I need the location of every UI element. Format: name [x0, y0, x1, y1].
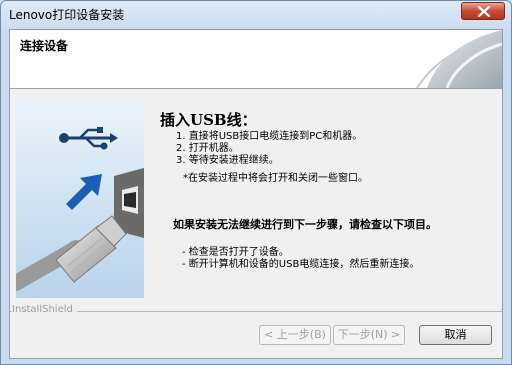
close-button[interactable] [461, 2, 505, 20]
cancel-button[interactable]: 取消 [419, 325, 492, 345]
header-banner: 连接设备 [10, 30, 502, 89]
check-item-1: - 检查是否打开了设备。 [182, 247, 289, 258]
title-bar[interactable]: Lenovo打印设备安装 [1, 1, 511, 25]
check-item-2: - 断开计算机和设备的USB电缆连接，然后重新连接。 [182, 259, 420, 270]
installer-window: Lenovo打印设备安装 连接设备 插入USB线： 1. 直接将USB接口电缆连… [0, 0, 512, 365]
warning-text: 如果安装无法继续进行到下一步骤，请检查以下项目。 [173, 218, 437, 231]
window-title: Lenovo打印设备安装 [9, 8, 125, 22]
page-title: 连接设备 [20, 39, 69, 53]
footer-divider [10, 311, 502, 312]
step-3: 3. 等待安装进程继续。 [176, 155, 279, 166]
connect-heading: 插入USB线： [160, 111, 257, 129]
close-icon [477, 6, 491, 17]
install-note: *在安装过程中将会打开和关闭一些窗口。 [183, 173, 368, 184]
steps-list: 1. 直接将USB接口电缆连接到PC和机器。 2. 打开机器。 3. 等待安装进… [176, 131, 362, 167]
installshield-brand: InstallShield [12, 304, 77, 315]
header-graphic [416, 30, 502, 88]
usb-connect-illustration [16, 98, 144, 298]
back-button[interactable]: < 上一步(B) [259, 325, 331, 345]
step-1: 1. 直接将USB接口电缆连接到PC和机器。 [176, 131, 363, 142]
step-2: 2. 打开机器。 [176, 143, 239, 154]
dialog-client: 连接设备 插入USB线： 1. 直接将USB接口电缆连接到PC和机器。 2. 打… [9, 29, 503, 359]
next-button[interactable]: 下一步(N) > [333, 325, 405, 345]
checks-list: - 检查是否打开了设备。 - 断开计算机和设备的USB电缆连接，然后重新连接。 [182, 247, 419, 271]
